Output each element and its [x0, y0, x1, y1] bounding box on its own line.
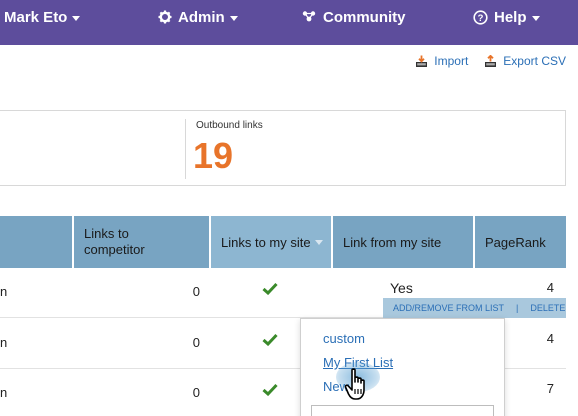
- outbound-links-value: 19: [193, 135, 234, 176]
- header-link-from-my-site[interactable]: Link from my site: [333, 216, 475, 268]
- header-links-to-my-site-label: Links to my site: [221, 234, 311, 250]
- header-separator: [331, 216, 333, 268]
- help-menu[interactable]: ? Help: [473, 0, 540, 34]
- user-menu-label: Mark Eto: [4, 8, 68, 26]
- import-button[interactable]: Import: [415, 54, 468, 68]
- admin-menu[interactable]: Admin: [158, 0, 238, 34]
- help-menu-label: Help: [494, 8, 527, 26]
- export-csv-button[interactable]: Export CSV: [484, 54, 566, 68]
- row-pagerank: 4: [546, 331, 554, 346]
- row-domain[interactable]: n: [0, 284, 7, 299]
- admin-menu-label: Admin: [178, 8, 225, 26]
- new-list-name-input[interactable]: [311, 405, 494, 416]
- header-separator: [209, 216, 211, 268]
- header-separator: [473, 216, 475, 268]
- export-label: Export CSV: [503, 54, 566, 68]
- chevron-down-icon: [531, 15, 540, 21]
- add-remove-from-list-button[interactable]: ADD/REMOVE FROM LIST: [393, 303, 504, 313]
- export-icon: [484, 54, 497, 68]
- header-competitor-line2: competitor: [84, 242, 145, 257]
- list-dropdown-menu: custom My First List New: [300, 318, 505, 416]
- row-link-from-my-site: Yes: [390, 280, 413, 296]
- row-links-to-competitor: 0: [192, 335, 200, 350]
- table-header: Links to competitor Links to my site Lin…: [0, 216, 566, 268]
- header-links-to-competitor[interactable]: Links to competitor: [74, 216, 210, 268]
- row-actions-separator: |: [516, 303, 519, 313]
- row-domain[interactable]: n: [0, 385, 7, 400]
- row-domain[interactable]: n: [0, 335, 7, 350]
- import-icon: [415, 55, 428, 68]
- header-competitor-line1: Links to: [84, 226, 129, 241]
- checkmark-icon: [262, 333, 278, 349]
- gear-icon: [158, 10, 172, 24]
- row-links-to-competitor: 0: [192, 385, 200, 400]
- row-pagerank: 7: [546, 381, 554, 396]
- row-pagerank: 4: [546, 280, 554, 295]
- sort-down-icon: [314, 239, 323, 245]
- hand-cursor-icon: [344, 368, 370, 407]
- header-separator: [72, 216, 74, 268]
- checkmark-icon: [262, 282, 278, 298]
- header-pagerank-label: PageRank: [485, 234, 546, 250]
- community-menu[interactable]: Community: [301, 0, 406, 34]
- import-label: Import: [434, 54, 469, 68]
- chevron-down-icon: [72, 15, 81, 21]
- header-link-from-my-site-label: Link from my site: [343, 234, 442, 250]
- row-actions-bar: ADD/REMOVE FROM LIST | DELETE: [383, 298, 566, 318]
- community-icon: [301, 10, 317, 24]
- header-pagerank[interactable]: PageRank: [475, 216, 566, 268]
- community-menu-label: Community: [323, 8, 406, 26]
- outbound-links-label: Outbound links: [196, 120, 263, 131]
- delete-button[interactable]: DELETE: [530, 303, 565, 313]
- top-nav: Mark Eto Admin Community ? Help: [0, 0, 578, 45]
- user-menu[interactable]: Mark Eto: [4, 0, 81, 34]
- stats-panel: Outbound links 19: [0, 110, 566, 186]
- help-icon: ?: [473, 9, 488, 25]
- checkmark-icon: [262, 383, 278, 399]
- svg-text:?: ?: [478, 13, 484, 24]
- row-links-to-competitor: 0: [192, 284, 200, 299]
- import-export-bar: Import Export CSV: [415, 54, 566, 68]
- header-links-to-my-site[interactable]: Links to my site: [211, 216, 333, 268]
- list-option-custom[interactable]: custom: [323, 331, 365, 346]
- chevron-down-icon: [229, 15, 238, 21]
- stats-divider: [185, 119, 186, 179]
